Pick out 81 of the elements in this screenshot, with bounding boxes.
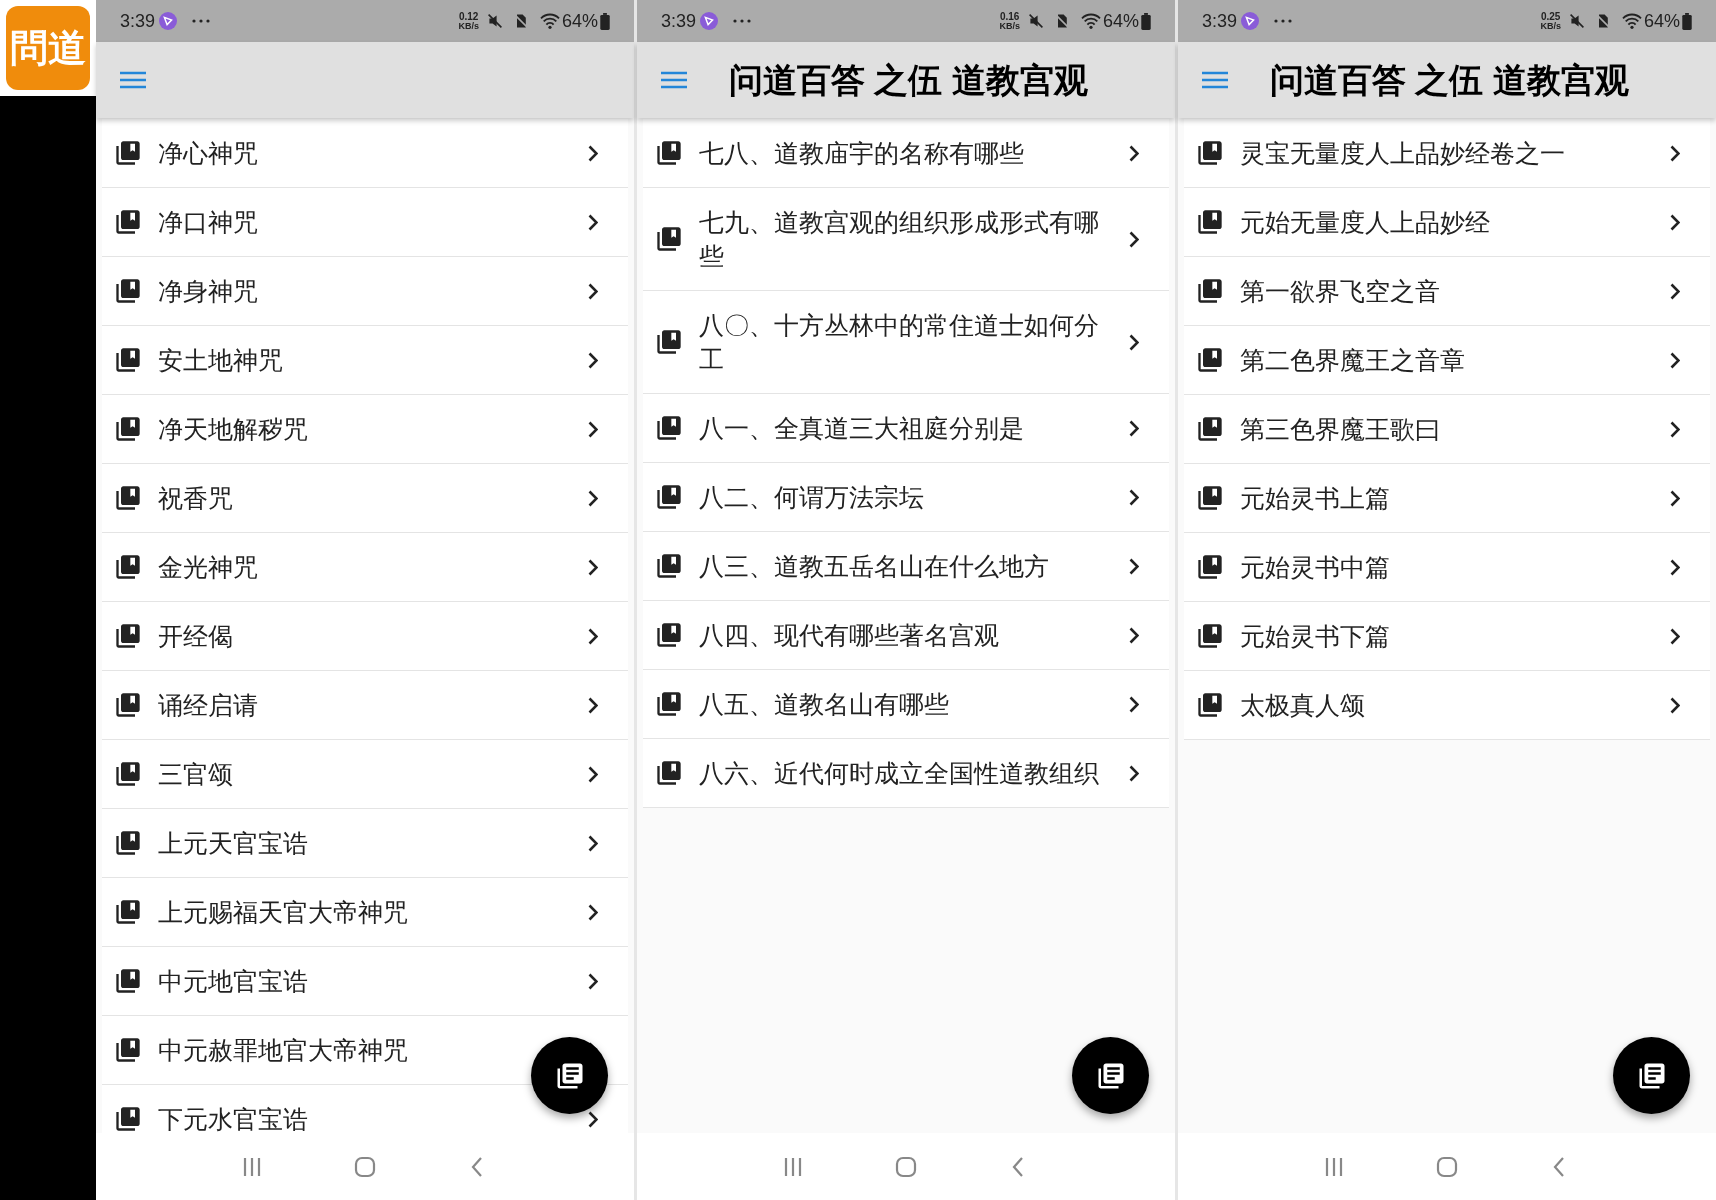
list-item-label: 三官颂 xyxy=(158,759,234,790)
list-item-label: 金光神咒 xyxy=(158,552,259,583)
status-time: 3:39 xyxy=(1202,9,1238,33)
list-item[interactable]: 三官颂 xyxy=(102,740,628,809)
list-item-label: 下元水官宝诰 xyxy=(158,1104,309,1133)
list-item-label: 八四、现代有哪些著名宫观 xyxy=(699,620,1000,651)
network-speed-value: 0.25 xyxy=(1540,11,1561,22)
battery-percentage: 64% xyxy=(561,9,598,33)
list-item-label: 元始灵书中篇 xyxy=(1240,552,1391,583)
list-item[interactable]: 七九、道教宫观的组织形成形式有哪些 xyxy=(643,188,1169,291)
list-item[interactable]: 第三色界魔王歌曰 xyxy=(1184,395,1710,464)
list-item[interactable]: 八二、何谓万法宗坛 xyxy=(643,463,1169,532)
list-item-label: 八〇、十方丛林中的常住道士如何分工 xyxy=(699,310,1100,375)
list-item-label: 七九、道教宫观的组织形成形式有哪些 xyxy=(699,207,1100,272)
list-item-label: 中元地官宝诰 xyxy=(158,966,309,997)
list-item[interactable]: 第二色界魔王之音章 xyxy=(1184,326,1710,395)
network-speed-value: 0.12 xyxy=(458,11,479,22)
list-item-label: 七八、道教庙宇的名称有哪些 xyxy=(699,138,1025,169)
list-item-label: 太极真人颂 xyxy=(1240,690,1366,721)
list-item[interactable]: 诵经启请 xyxy=(102,671,628,740)
list-item-label: 上元赐福天官大帝神咒 xyxy=(158,897,409,928)
list-item[interactable]: 八三、道教五岳名山在什么地方 xyxy=(643,532,1169,601)
list-item-label: 八五、道教名山有哪些 xyxy=(699,689,950,720)
list-item[interactable]: 净身神咒 xyxy=(102,257,628,326)
list-item-label: 八二、何谓万法宗坛 xyxy=(699,482,925,513)
list-item[interactable]: 元始灵书下篇 xyxy=(1184,602,1710,671)
list-item-label: 灵宝无量度人上品妙经卷之一 xyxy=(1240,138,1566,169)
list-item-label: 开经偈 xyxy=(158,621,234,652)
list-item[interactable]: 中元地官宝诰 xyxy=(102,947,628,1016)
list-item-label: 八六、近代何时成立全国性道教组织 xyxy=(699,758,1100,789)
list-item[interactable]: 下元水官宝诰 xyxy=(102,1085,628,1133)
list-item-label: 八三、道教五岳名山在什么地方 xyxy=(699,551,1050,582)
list-item[interactable]: 八六、近代何时成立全国性道教组织 xyxy=(643,739,1169,808)
list-item[interactable]: 七八、道教庙宇的名称有哪些 xyxy=(643,119,1169,188)
list-item[interactable]: 金光神咒 xyxy=(102,533,628,602)
list-item-label: 净心神咒 xyxy=(158,138,259,169)
list-item[interactable]: 太极真人颂 xyxy=(1184,671,1710,740)
list-item[interactable]: 上元天官宝诰 xyxy=(102,809,628,878)
list-item[interactable]: 八〇、十方丛林中的常住道士如何分工 xyxy=(643,291,1169,394)
list-item[interactable]: 元始无量度人上品妙经 xyxy=(1184,188,1710,257)
list-item-label: 净口神咒 xyxy=(158,207,259,238)
network-speed-unit: KB/s xyxy=(999,21,1020,31)
list-item[interactable]: 开经偈 xyxy=(102,602,628,671)
list-item-label: 八一、全真道三大祖庭分别是 xyxy=(699,413,1025,444)
list-item[interactable]: 上元赐福天官大帝神咒 xyxy=(102,878,628,947)
list-item-label: 诵经启请 xyxy=(158,690,259,721)
list-item-label: 第二色界魔王之音章 xyxy=(1240,345,1466,376)
list-item[interactable]: 灵宝无量度人上品妙经卷之一 xyxy=(1184,119,1710,188)
list-item-label: 第一欲界飞空之音 xyxy=(1240,276,1441,307)
list-item-label: 净天地解秽咒 xyxy=(158,414,309,445)
screen-title: 问道百答 之伍 道教宫观 xyxy=(1270,59,1629,101)
status-time: 3:39 xyxy=(661,9,697,33)
list-item-label: 元始无量度人上品妙经 xyxy=(1240,207,1491,238)
list-item-label: 安土地神咒 xyxy=(158,345,284,376)
list-item[interactable]: 净口神咒 xyxy=(102,188,628,257)
app-icon: 問道 xyxy=(6,6,90,90)
network-speed-value: 0.16 xyxy=(999,11,1020,22)
list-item-label: 祝香咒 xyxy=(158,483,234,514)
list-item[interactable]: 元始灵书中篇 xyxy=(1184,533,1710,602)
battery-percentage: 64% xyxy=(1102,9,1139,33)
list-item-label: 净身神咒 xyxy=(158,276,259,307)
list-item[interactable]: 中元赦罪地官大帝神咒 xyxy=(102,1016,628,1085)
list-item[interactable]: 祝香咒 xyxy=(102,464,628,533)
list-item[interactable]: 安土地神咒 xyxy=(102,326,628,395)
list-item-label: 第三色界魔王歌曰 xyxy=(1240,414,1441,445)
list-item[interactable]: 八一、全真道三大祖庭分别是 xyxy=(643,394,1169,463)
list-item[interactable]: 第一欲界飞空之音 xyxy=(1184,257,1710,326)
battery-percentage: 64% xyxy=(1643,9,1680,33)
list-item[interactable]: 八四、现代有哪些著名宫观 xyxy=(643,601,1169,670)
status-time: 3:39 xyxy=(120,9,156,33)
list-item[interactable]: 净心神咒 xyxy=(102,119,628,188)
list-item-label: 元始灵书上篇 xyxy=(1240,483,1391,514)
network-speed-unit: KB/s xyxy=(458,21,479,31)
list-item[interactable]: 八五、道教名山有哪些 xyxy=(643,670,1169,739)
list-item-label: 中元赦罪地官大帝神咒 xyxy=(158,1035,409,1066)
list-item-label: 上元天官宝诰 xyxy=(158,828,309,859)
list-item[interactable]: 净天地解秽咒 xyxy=(102,395,628,464)
network-speed-unit: KB/s xyxy=(1540,21,1561,31)
screen-title: 问道百答 之伍 道教宫观 xyxy=(729,59,1088,101)
list-item-label: 元始灵书下篇 xyxy=(1240,621,1391,652)
list-item[interactable]: 元始灵书上篇 xyxy=(1184,464,1710,533)
